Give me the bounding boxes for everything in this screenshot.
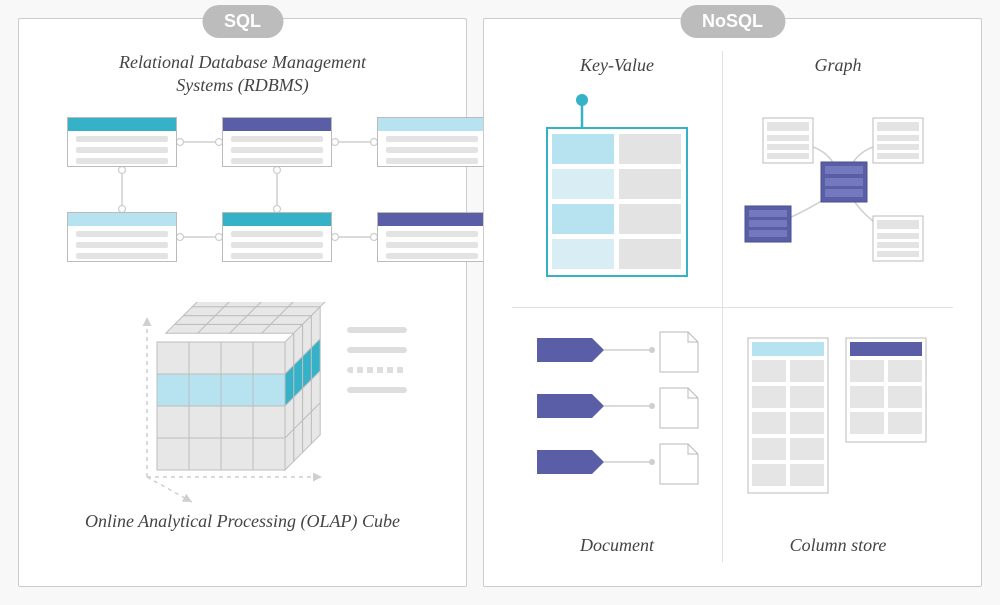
rdbms-table-4 <box>67 212 177 262</box>
kv-title: Key-Value <box>522 55 712 76</box>
olap-legend-2 <box>347 347 407 353</box>
kv-diagram <box>532 88 702 278</box>
olap-legend-1 <box>347 327 407 333</box>
column-title: Column store <box>723 535 953 556</box>
olap-diagram: Online Analytical Processing (OLAP) Cube <box>47 312 438 542</box>
nosql-badge: NoSQL <box>680 5 785 38</box>
column-cell: Column store <box>722 307 953 563</box>
document-title: Document <box>512 535 722 556</box>
olap-title: Online Analytical Processing (OLAP) Cube <box>47 510 438 533</box>
document-cell: Document <box>512 307 722 563</box>
column-diagram <box>738 330 938 510</box>
graph-diagram <box>733 88 943 278</box>
rdbms-diagram <box>47 112 438 302</box>
rdbms-table-6 <box>377 212 487 262</box>
sql-panel: SQL Relational Database Management Syste… <box>18 18 467 587</box>
olap-legend-3 <box>347 367 407 373</box>
nosql-panel: NoSQL Key-Value <box>483 18 982 587</box>
rdbms-table-2 <box>222 117 332 167</box>
rdbms-table-1 <box>67 117 177 167</box>
olap-legend-4 <box>347 387 407 393</box>
rdbms-table-5 <box>222 212 332 262</box>
kv-cell: Key-Value <box>512 51 722 307</box>
rdbms-title: Relational Database Management Systems (… <box>47 51 438 98</box>
sql-badge: SQL <box>202 5 283 38</box>
graph-cell: Graph <box>722 51 953 307</box>
rdbms-table-3 <box>377 117 487 167</box>
document-diagram <box>522 330 712 510</box>
graph-title: Graph <box>733 55 943 76</box>
olap-cube-svg <box>127 302 407 512</box>
